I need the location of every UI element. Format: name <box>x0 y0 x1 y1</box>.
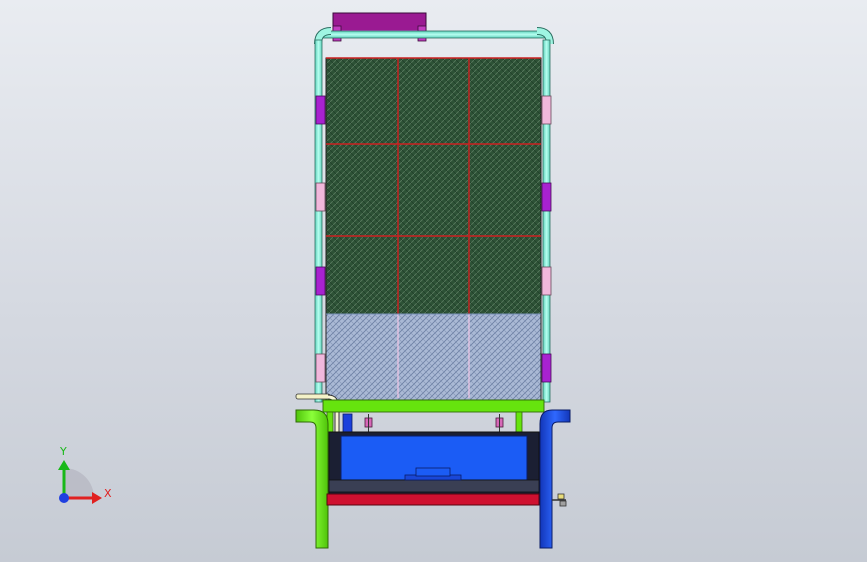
level-sensor-left[interactable] <box>364 414 373 433</box>
drain-valve[interactable] <box>552 493 567 507</box>
left-leg[interactable] <box>295 409 329 549</box>
triad-z-arc <box>64 468 94 498</box>
base-bar-red[interactable] <box>326 493 540 506</box>
frame-right-pipe[interactable] <box>542 39 551 403</box>
frame-left-pipe[interactable] <box>314 39 323 403</box>
z-axis-dot <box>59 493 69 503</box>
assembly-drawing[interactable]: X Y <box>0 0 867 562</box>
water-tray[interactable] <box>328 431 540 495</box>
cad-viewport[interactable]: X Y <box>0 0 867 562</box>
base-frame-green[interactable] <box>322 399 545 433</box>
frame-top-pipe[interactable] <box>314 27 554 45</box>
right-leg[interactable] <box>539 409 571 549</box>
level-sensor-right[interactable] <box>495 414 504 433</box>
filter-panel[interactable] <box>325 57 542 401</box>
triad-y-label: Y <box>59 445 67 458</box>
triad-x-label: X <box>104 487 112 500</box>
coordinate-triad: X Y <box>58 445 112 504</box>
pump-block[interactable] <box>342 413 353 433</box>
